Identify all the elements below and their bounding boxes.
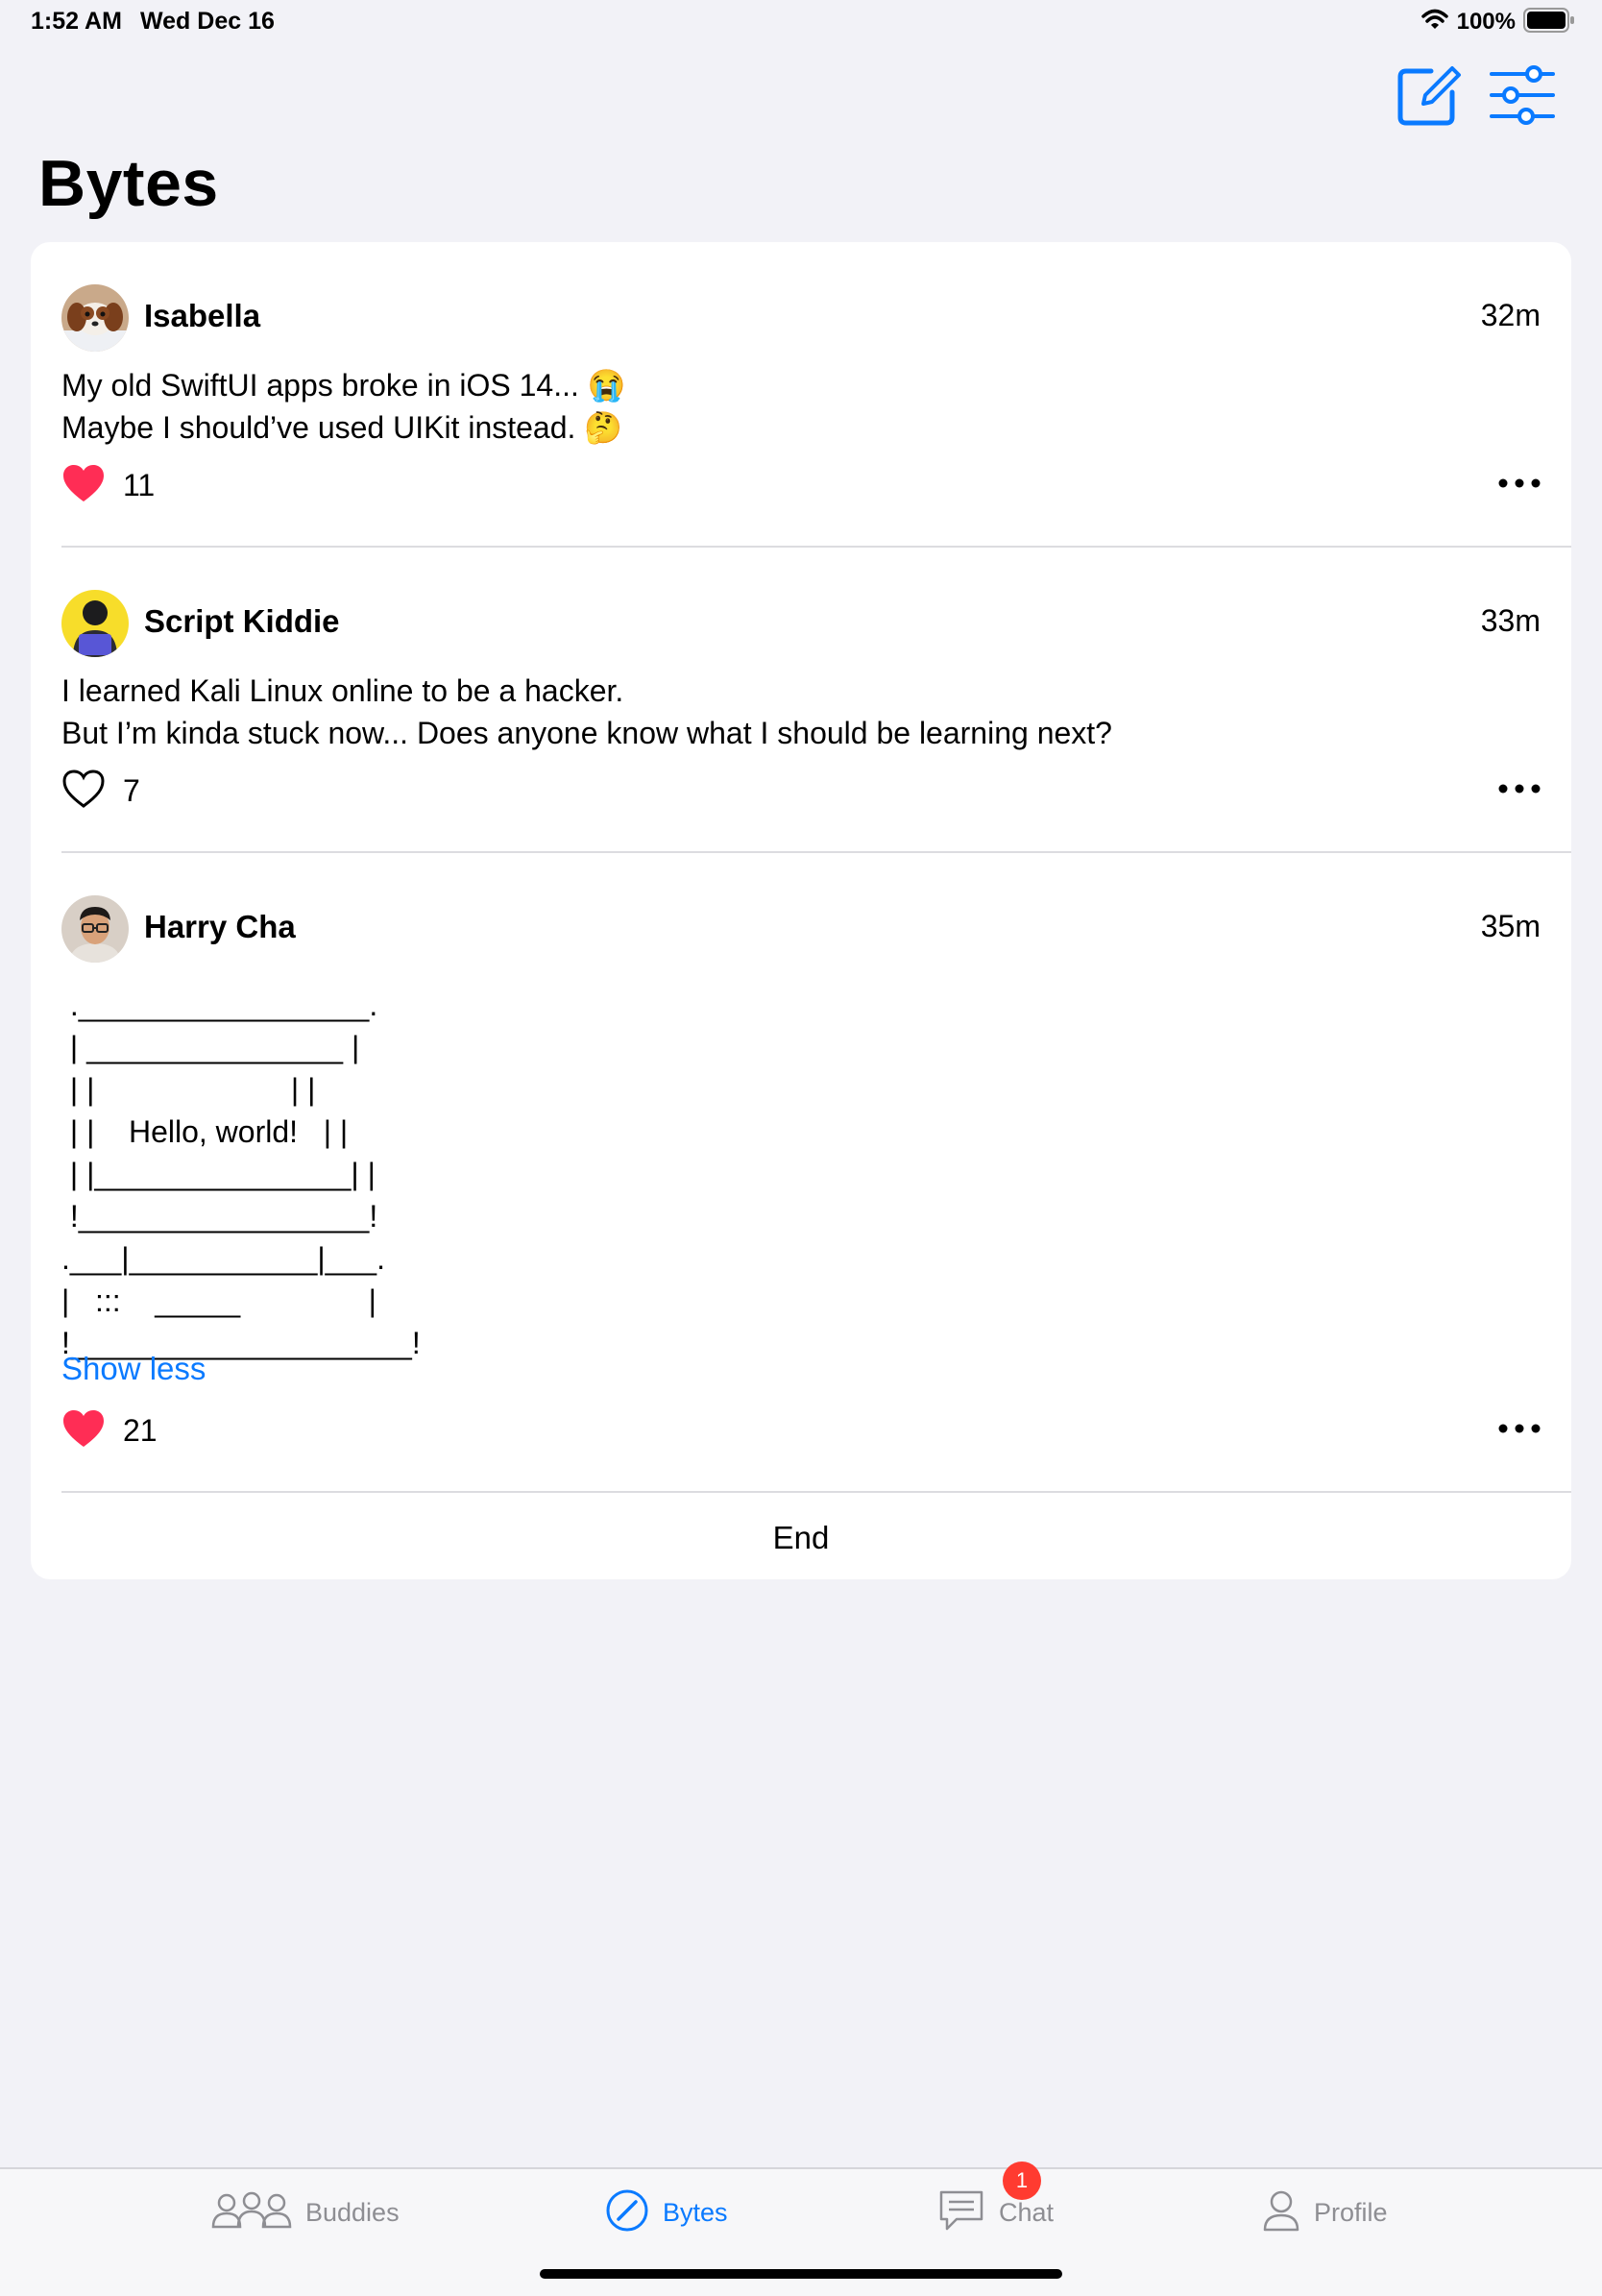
person-avatar[interactable] [61,895,129,963]
like-button[interactable]: 7 [61,769,140,814]
like-count: 11 [123,468,156,502]
unread-badge: 1 [1003,2162,1041,2200]
heart-filled-icon [61,463,106,508]
ellipsis-icon [1498,476,1541,493]
tab-chat[interactable]: Chat 1 [937,2162,1055,2256]
like-button[interactable]: 21 [61,1408,158,1453]
wifi-icon [1420,9,1449,37]
tab-label: Profile [1314,2197,1388,2227]
heart-outline-icon [61,769,106,814]
post-author[interactable]: Isabella [144,298,260,334]
show-less-link[interactable]: Show less [61,1351,206,1387]
post-divider [61,851,1571,853]
tab-buddies[interactable]: Buddies [211,2169,400,2256]
tab-profile[interactable]: Profile [1262,2169,1388,2256]
post-text: My old SwiftUI apps broke in iOS 14... 😭… [61,368,626,445]
ellipsis-icon [1498,781,1541,798]
tab-bytes[interactable]: Bytes [605,2169,728,2256]
post-divider [61,1491,1571,1493]
ellipsis-icon [1498,1421,1541,1438]
home-indicator [540,2269,1062,2279]
like-count: 7 [123,773,140,808]
compose-button[interactable] [1393,61,1464,133]
page-title: Bytes [38,147,219,220]
post-divider [61,546,1571,548]
person-icon [1262,2189,1300,2236]
status-date: Wed Dec 16 [140,8,275,35]
more-button[interactable] [1494,470,1544,499]
status-bar: 1:52 AM Wed Dec 16 100% [0,0,1602,46]
tab-label: Bytes [663,2197,728,2227]
hacker-avatar[interactable] [61,590,129,657]
puppy-avatar[interactable] [61,284,129,352]
more-button[interactable] [1494,775,1544,804]
post-text: I learned Kali Linux online to be a hack… [61,673,1112,750]
compose-icon [1395,61,1462,134]
status-right: 100% [1420,7,1575,37]
end-of-feed-label: End [772,1520,830,1555]
chat-icon [937,2188,985,2237]
like-button[interactable]: 11 [61,463,155,508]
status-time: 1:52 AM [31,8,122,35]
post-time: 35m [1480,909,1541,943]
compass-icon [605,2188,649,2237]
post-author[interactable]: Harry Cha [144,909,296,945]
post-author[interactable]: Script Kiddie [144,603,340,640]
heart-filled-icon [61,1408,106,1453]
like-count: 21 [123,1413,158,1448]
post-time: 32m [1480,298,1541,332]
more-button[interactable] [1494,1415,1544,1444]
people-icon [211,2190,292,2235]
feed-card: Isabella 32m My old SwiftUI apps broke i… [31,242,1571,1579]
tab-label: Chat [999,2197,1055,2227]
filter-button[interactable] [1487,61,1558,133]
tab-label: Buddies [305,2197,400,2227]
battery-icon [1523,7,1575,37]
post-time: 33m [1480,603,1541,638]
battery-percent: 100% [1456,9,1516,35]
ascii-art-text: ._________________. | _______________ | … [61,988,421,1360]
sliders-icon [1488,64,1557,131]
